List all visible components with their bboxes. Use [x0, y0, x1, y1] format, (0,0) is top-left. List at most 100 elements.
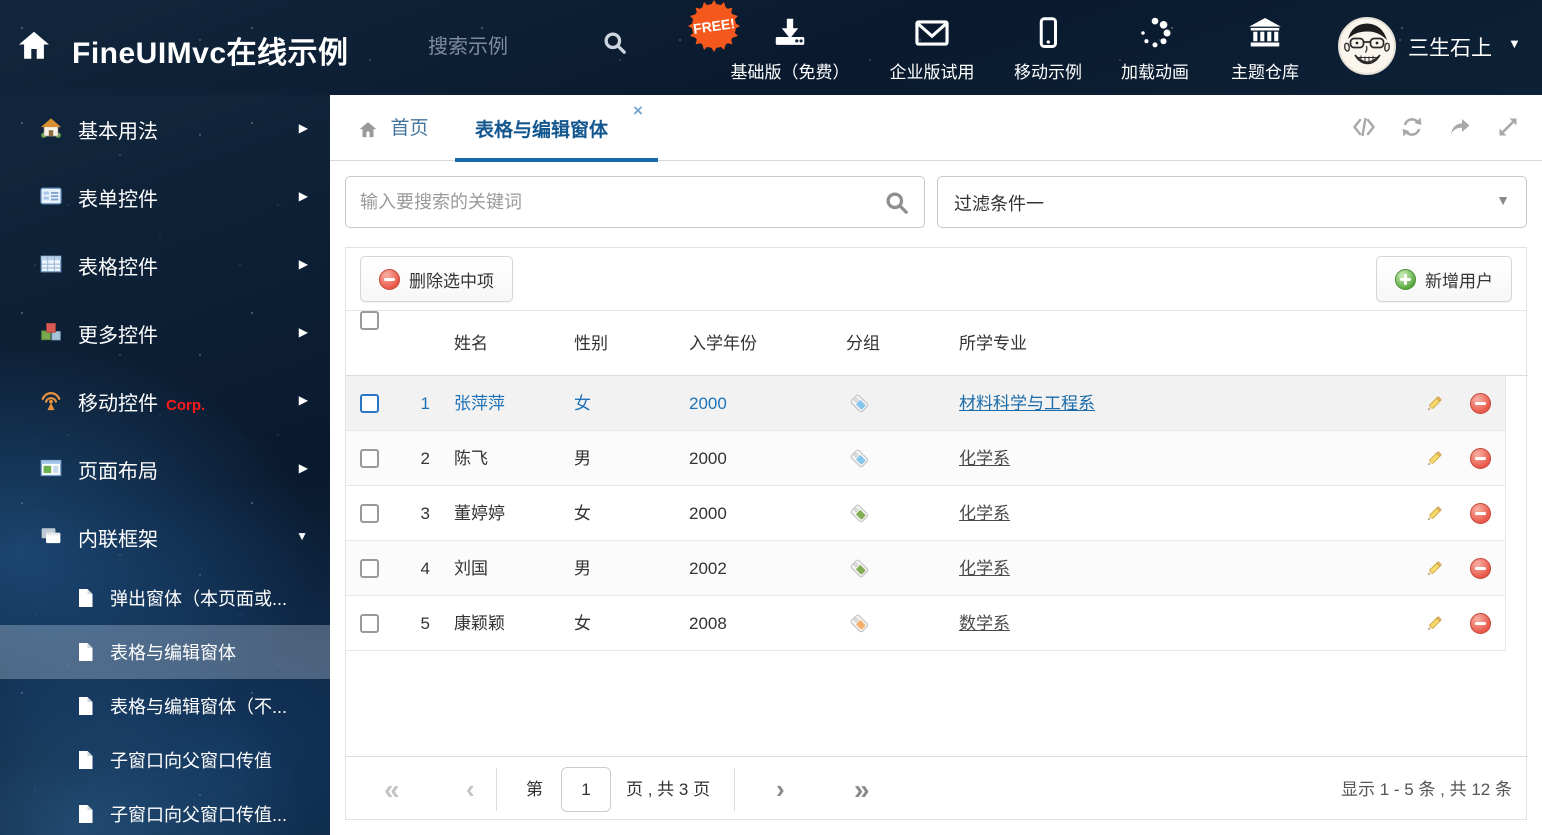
sidebar-subitem-grid-edit-window[interactable]: 表格与编辑窗体	[0, 625, 330, 679]
top-header: FineUIMvc在线示例 搜索示例 FREE! 基础版（免费） 企业版试用 移…	[0, 0, 1542, 95]
tab-strip-tools	[1352, 115, 1520, 144]
sidebar-item-more-controls[interactable]: 更多控件 ▶	[0, 299, 330, 367]
edit-icon[interactable]	[1424, 503, 1445, 529]
delete-row-icon[interactable]	[1470, 503, 1491, 529]
nav-basic-version[interactable]: 基础版（免费）	[715, 14, 865, 83]
column-header-gender[interactable]: 性别	[574, 311, 608, 376]
tab-home[interactable]: 首页	[358, 113, 428, 142]
major-link[interactable]: 化学系	[959, 504, 1010, 523]
code-icon[interactable]	[1352, 115, 1376, 144]
arrow-right-icon: ▶	[298, 121, 308, 135]
sidebar-subitem-child-to-parent-2[interactable]: 子窗口向父窗口传值...	[0, 787, 330, 835]
column-header-year[interactable]: 入学年份	[689, 311, 757, 376]
main-content: 首页 表格与编辑窗体 × 输入要搜索的关键词 过滤条件一 ▼ 删除选中项 新增用…	[330, 95, 1542, 835]
filter-dropdown[interactable]: 过滤条件一 ▼	[937, 176, 1527, 228]
caret-down-icon: ▼	[296, 529, 308, 543]
pagination-bar: « ‹ 第 页 , 共 3 页 › » 显示 1 - 5 条 , 共 12 条	[346, 756, 1528, 821]
app-title: FineUIMvc在线示例	[72, 37, 349, 70]
delete-row-icon[interactable]	[1470, 558, 1491, 584]
antenna-icon	[40, 389, 62, 416]
edit-icon[interactable]	[1424, 613, 1445, 639]
table-row[interactable]: 1 张萍萍 女 2000 材料科学与工程系	[346, 376, 1506, 431]
refresh-icon[interactable]	[1400, 115, 1424, 144]
table-row[interactable]: 4 刘国 男 2002 化学系	[346, 541, 1506, 596]
share-icon[interactable]	[1448, 115, 1472, 144]
header-search-input[interactable]	[428, 30, 588, 64]
edit-icon[interactable]	[1424, 393, 1445, 419]
delete-selected-button[interactable]: 删除选中项	[360, 256, 513, 302]
cell-year: 2000	[689, 504, 727, 523]
grid-icon	[40, 253, 62, 280]
download-icon	[715, 14, 865, 54]
row-checkbox[interactable]	[360, 394, 379, 418]
row-checkbox[interactable]	[360, 559, 379, 583]
sidebar-item-grid-controls[interactable]: 表格控件 ▶	[0, 231, 330, 299]
tab-grid-edit-window[interactable]: 表格与编辑窗体 ×	[455, 95, 658, 162]
delete-row-icon[interactable]	[1470, 613, 1491, 639]
arrow-right-icon: ▶	[298, 189, 308, 203]
minus-circle-icon	[379, 268, 400, 290]
column-header-name[interactable]: 姓名	[454, 311, 488, 376]
pager-first-button[interactable]: «	[384, 757, 400, 822]
page: FineUIMvc在线示例 搜索示例 FREE! 基础版（免费） 企业版试用 移…	[0, 0, 1542, 835]
cell-year: 2008	[689, 614, 727, 633]
page-number-input[interactable]	[561, 767, 611, 812]
sidebar-item-page-layout[interactable]: 页面布局 ▶	[0, 435, 330, 503]
sidebar-subitem-child-to-parent[interactable]: 子窗口向父窗口传值	[0, 733, 330, 787]
search-icon[interactable]	[884, 190, 910, 221]
keyword-search-input[interactable]	[360, 177, 880, 227]
row-index: 5	[420, 614, 430, 633]
pager-prev-button[interactable]: ‹	[466, 757, 475, 822]
column-header-major[interactable]: 所学专业	[959, 311, 1027, 376]
cell-gender: 男	[574, 559, 591, 578]
search-icon[interactable]	[602, 30, 628, 61]
home-icon[interactable]	[16, 28, 52, 69]
delete-row-icon[interactable]	[1470, 393, 1491, 419]
table-row[interactable]: 5 康颖颖 女 2008 数学系	[346, 596, 1506, 651]
arrow-right-icon: ▶	[298, 325, 308, 339]
caret-down-icon[interactable]: ▼	[1508, 36, 1521, 51]
sidebar-item-basic-usage[interactable]: 基本用法 ▶	[0, 95, 330, 163]
sidebar-item-mobile-controls[interactable]: 移动控件 Corp. ▶	[0, 367, 330, 435]
cell-gender: 男	[574, 449, 591, 468]
add-user-button[interactable]: 新增用户	[1376, 256, 1512, 302]
filter-row: 过滤条件一 ▼	[330, 176, 1542, 228]
file-icon	[76, 642, 96, 667]
cell-name: 张萍萍	[454, 394, 505, 413]
file-icon	[76, 696, 96, 721]
pager-summary: 显示 1 - 5 条 , 共 12 条	[1341, 780, 1512, 799]
column-header-group[interactable]: 分组	[846, 311, 880, 376]
table-row[interactable]: 3 董婷婷 女 2000 化学系	[346, 486, 1506, 541]
sidebar-subitem-popup-window[interactable]: 弹出窗体（本页面或...	[0, 571, 330, 625]
file-icon	[76, 588, 96, 613]
delete-row-icon[interactable]	[1470, 448, 1491, 474]
pager-last-button[interactable]: »	[854, 757, 870, 822]
bank-icon	[1190, 14, 1340, 54]
sidebar-subitem-grid-edit-window-2[interactable]: 表格与编辑窗体（不...	[0, 679, 330, 733]
cubes-icon	[40, 321, 62, 348]
row-checkbox[interactable]	[360, 504, 379, 528]
cell-year: 2000	[689, 449, 727, 468]
pager-next-button[interactable]: ›	[776, 757, 785, 822]
row-checkbox[interactable]	[360, 449, 379, 473]
major-link[interactable]: 数学系	[959, 614, 1010, 633]
edit-icon[interactable]	[1424, 448, 1445, 474]
user-name[interactable]: 三生石上	[1408, 32, 1492, 62]
edit-icon[interactable]	[1424, 558, 1445, 584]
row-checkbox[interactable]	[360, 614, 379, 638]
sidebar: 基本用法 ▶ 表单控件 ▶ 表格控件 ▶ 更多控件 ▶ 移动控件 Corp. ▶…	[0, 95, 330, 835]
avatar[interactable]	[1338, 17, 1396, 75]
sidebar-item-form-controls[interactable]: 表单控件 ▶	[0, 163, 330, 231]
fullscreen-icon[interactable]	[1496, 115, 1520, 144]
tab-strip: 首页 表格与编辑窗体 ×	[330, 95, 1542, 162]
table-row[interactable]: 2 陈飞 男 2000 化学系	[346, 431, 1506, 486]
sidebar-item-iframe[interactable]: 内联框架 ▼	[0, 503, 330, 571]
tab-close-icon[interactable]: ×	[633, 101, 643, 121]
cell-year: 2000	[689, 394, 727, 413]
nav-theme-store[interactable]: 主题仓库	[1190, 14, 1340, 83]
pager-divider	[734, 768, 735, 811]
cell-gender: 女	[574, 504, 591, 523]
major-link[interactable]: 材料科学与工程系	[959, 394, 1095, 413]
major-link[interactable]: 化学系	[959, 559, 1010, 578]
major-link[interactable]: 化学系	[959, 449, 1010, 468]
